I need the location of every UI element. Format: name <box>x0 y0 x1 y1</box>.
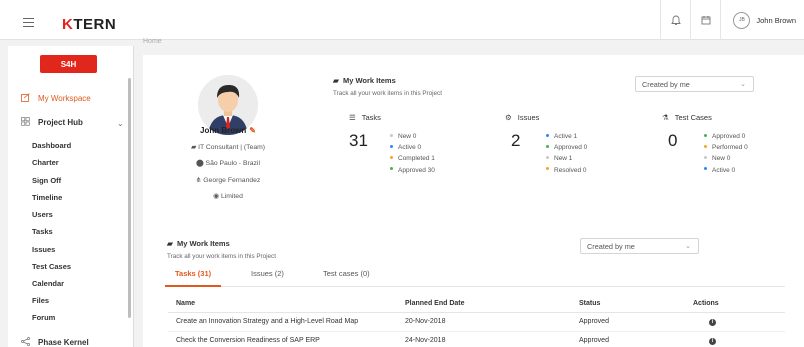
sidebar-item-sign-off[interactable]: Sign Off <box>32 176 61 185</box>
list-item: Active 1 <box>546 131 587 142</box>
sidebar-item-my-workspace[interactable]: My Workspace <box>21 93 91 104</box>
column-header-date[interactable]: Planned End Date <box>397 296 571 313</box>
tab-issues[interactable]: Issues (2) <box>251 269 284 278</box>
sidebar-item-charter[interactable]: Charter <box>32 158 59 167</box>
ktern-logo[interactable]: KTERN <box>62 16 116 33</box>
list-item: Approved 30 <box>390 165 435 176</box>
tasks-stat-heading: ☰ Tasks <box>349 113 381 122</box>
flask-icon: ⚗ <box>662 113 669 122</box>
sidebar-item-forum[interactable]: Forum <box>32 313 55 322</box>
share-icon <box>21 337 33 347</box>
sidebar-item-label: Project Hub <box>38 118 83 127</box>
list-item: New 0 <box>704 153 748 164</box>
profile-access: ◉ Limited <box>213 193 243 200</box>
tasks-breakdown: New 0 Active 0 Completed 1 Approved 30 <box>390 131 435 176</box>
avatar: JB <box>733 11 751 29</box>
grid-icon <box>21 117 33 128</box>
briefcase-icon: ▰ <box>167 239 175 248</box>
list-item: Approved 0 <box>704 131 748 142</box>
briefcase-icon: ▰ <box>333 76 341 85</box>
workspace-icon <box>21 93 33 104</box>
list-item: Active 0 <box>704 165 748 176</box>
work-items-summary-title: ▰ My Work Items <box>333 76 396 85</box>
info-icon[interactable]: i <box>709 337 716 345</box>
list-item: Approved 0 <box>546 142 587 153</box>
chevron-down-icon: ⌄ <box>740 81 746 88</box>
table-header-row: Name Planned End Date Status Actions <box>168 296 785 313</box>
testcases-breakdown: Approved 0 Performed 0 New 0 Active 0 <box>704 131 748 176</box>
table-row[interactable]: Check the Conversion Readiness of SAP ER… <box>168 331 785 347</box>
list-item: Completed 1 <box>390 153 435 164</box>
summary-filter-dropdown[interactable]: Created by me ⌄ <box>635 76 754 92</box>
top-bar: KTERN JB John Brown <box>0 0 804 40</box>
work-items-list-title: ▰ My Work Items <box>167 239 230 248</box>
user-menu[interactable]: JB John Brown <box>720 0 804 40</box>
sidebar-item-dashboard[interactable]: Dashboard <box>32 141 71 150</box>
task-status: Approved <box>571 331 685 347</box>
work-items-table: Name Planned End Date Status Actions Cre… <box>168 296 785 347</box>
breadcrumb: Home <box>143 38 162 45</box>
task-name[interactable]: Check the Conversion Readiness of SAP ER… <box>168 331 397 347</box>
task-date: 20-Nov-2018 <box>397 312 571 332</box>
work-items-summary-subtitle: Track all your work items in this Projec… <box>333 90 442 97</box>
main-panel: John Brown ✎ ▰ IT Consultant | (Team) ⬤ S… <box>143 55 804 347</box>
chevron-down-icon[interactable]: ⌄ <box>117 119 124 128</box>
bell-icon[interactable] <box>660 0 690 40</box>
column-header-name[interactable]: Name <box>168 296 397 313</box>
calendar-icon[interactable] <box>690 0 720 40</box>
task-status: Approved <box>571 312 685 332</box>
column-header-status[interactable]: Status <box>571 296 685 313</box>
bug-icon: ⚙ <box>505 113 512 122</box>
profile-manager: ⋔ George Fernandez <box>195 177 261 184</box>
sidebar-item-test-cases[interactable]: Test Cases <box>32 262 71 271</box>
active-tab-indicator <box>165 285 221 287</box>
tasks-total: 31 <box>349 131 368 150</box>
table-row[interactable]: Create an Innovation Strategy and a High… <box>168 312 785 332</box>
issues-stat-heading: ⚙ Issues <box>505 113 540 122</box>
task-name[interactable]: Create an Innovation Strategy and a High… <box>168 312 397 332</box>
sidebar-scrollbar[interactable] <box>128 78 131 318</box>
list-filter-dropdown[interactable]: Created by me ⌄ <box>580 238 699 254</box>
list-item: Active 0 <box>390 142 435 153</box>
work-items-tabs: Tasks (31) Issues (2) Test cases (0) <box>165 269 785 287</box>
sidebar-item-label: Phase Kernel <box>38 338 89 347</box>
list-icon: ☰ <box>349 113 356 122</box>
edit-icon[interactable]: ✎ <box>249 126 256 135</box>
sidebar-item-project-hub[interactable]: Project Hub <box>21 117 83 128</box>
sidebar-item-tasks[interactable]: Tasks <box>32 227 53 236</box>
list-item: New 1 <box>546 153 587 164</box>
shield-icon: ◉ <box>213 193 221 200</box>
sidebar-item-issues[interactable]: Issues <box>32 245 55 254</box>
issues-total: 2 <box>511 131 521 150</box>
task-date: 24-Nov-2018 <box>397 331 571 347</box>
sidebar-item-phase-kernel[interactable]: Phase Kernel <box>21 337 89 347</box>
chevron-down-icon: ⌄ <box>685 243 691 250</box>
profile-name: John Brown ✎ <box>200 126 256 135</box>
tab-test-cases[interactable]: Test cases (0) <box>323 269 370 278</box>
briefcase-icon: ▰ <box>190 144 199 151</box>
testcases-total: 0 <box>668 131 678 150</box>
work-items-list-subtitle: Track all your work items in this Projec… <box>167 253 276 260</box>
sidebar: S4H My Workspace Project Hub ⌄ Dashboard… <box>8 46 134 347</box>
info-icon[interactable]: i <box>709 318 716 326</box>
map-pin-icon: ⬤ <box>196 160 206 167</box>
sidebar-item-users[interactable]: Users <box>32 210 53 219</box>
issues-breakdown: Active 1 Approved 0 New 1 Resolved 0 <box>546 131 587 176</box>
list-item: Performed 0 <box>704 142 748 153</box>
testcases-stat-heading: ⚗ Test Cases <box>662 113 712 122</box>
list-item: New 0 <box>390 131 435 142</box>
sidebar-item-calendar[interactable]: Calendar <box>32 279 64 288</box>
list-item: Resolved 0 <box>546 165 587 176</box>
sidebar-item-label: My Workspace <box>38 94 91 103</box>
sidebar-item-files[interactable]: Files <box>32 296 49 305</box>
user-name: John Brown <box>756 15 796 25</box>
profile-role: ▰ IT Consultant | (Team) <box>190 144 266 151</box>
tab-tasks[interactable]: Tasks (31) <box>175 269 211 278</box>
sidebar-item-timeline[interactable]: Timeline <box>32 193 62 202</box>
column-header-actions: Actions <box>685 296 785 313</box>
project-badge[interactable]: S4H <box>40 55 97 73</box>
hamburger-menu-icon[interactable] <box>23 18 34 30</box>
profile-location: ⬤ São Paulo - Brazil <box>196 160 260 167</box>
